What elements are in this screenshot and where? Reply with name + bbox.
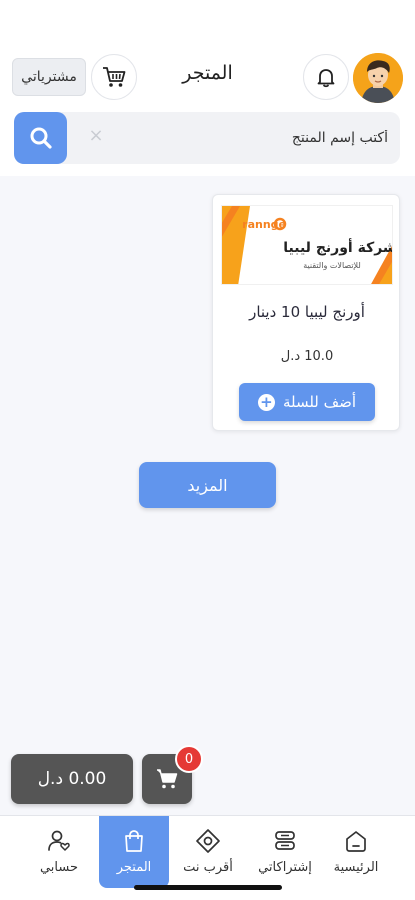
plus-circle-icon: +	[257, 393, 275, 411]
nav-item-store[interactable]: المتجر	[99, 816, 169, 888]
svg-text:rannge: rannge	[242, 218, 286, 231]
nav-item-subscriptions[interactable]: إشتراكاتي	[250, 816, 320, 888]
nav-item-home[interactable]: الرئيسية	[321, 816, 391, 888]
nav-label: الرئيسية	[333, 860, 379, 875]
home-icon	[346, 831, 366, 852]
search-input[interactable]	[100, 112, 400, 164]
shopping-bag-icon	[125, 830, 143, 852]
home-indicator	[134, 885, 282, 890]
orange-libya-logo-icon: rannge شركة أورنج ليبيا للإتصالات والتقن…	[222, 206, 392, 284]
user-avatar-icon	[353, 53, 403, 103]
notifications-button[interactable]	[303, 54, 349, 100]
add-to-cart-label: أضف للسلة	[282, 393, 357, 411]
nav-item-nearest-net[interactable]: أقرب نت	[173, 816, 243, 888]
page-title: المتجر	[182, 62, 233, 84]
svg-text:للإتصالات والتقنية: للإتصالات والتقنية	[303, 261, 361, 271]
location-diamond-icon	[196, 829, 220, 853]
shopping-cart-icon	[157, 769, 178, 789]
product-price: 10.0 د.ل	[280, 349, 334, 364]
subscriptions-icon	[275, 831, 295, 850]
add-to-cart-button[interactable]: أضف للسلة +	[239, 383, 375, 421]
nav-item-account[interactable]: حسابي	[24, 816, 94, 888]
nav-label: إشتراكاتي	[258, 860, 312, 875]
search-bar: ×	[14, 112, 400, 164]
my-purchases-button[interactable]: مشترياتي	[12, 58, 86, 96]
load-more-button[interactable]: المزيد	[139, 462, 276, 508]
nav-label: أقرب نت	[183, 860, 233, 875]
avatar[interactable]	[353, 53, 403, 103]
clear-icon[interactable]: ×	[86, 126, 106, 146]
search-button[interactable]	[14, 112, 67, 164]
shopping-cart-icon	[103, 67, 126, 87]
nav-label: المتجر	[116, 860, 152, 875]
search-icon	[30, 127, 52, 149]
account-heart-icon	[48, 830, 70, 851]
cart-total[interactable]: 0.00 د.ل	[11, 754, 133, 804]
product-image: rannge شركة أورنج ليبيا للإتصالات والتقن…	[221, 205, 393, 285]
bell-icon	[317, 69, 335, 88]
cart-count-badge: 0	[175, 745, 203, 773]
header-bar: المتجر مشترياتي ×	[0, 0, 415, 176]
product-name: أورنج ليبيا 10 دينار	[249, 303, 365, 321]
svg-text:شركة أورنج ليبيا: شركة أورنج ليبيا	[283, 238, 392, 256]
product-card[interactable]: rannge شركة أورنج ليبيا للإتصالات والتقن…	[212, 194, 400, 431]
cart-button[interactable]	[91, 54, 137, 100]
nav-label: حسابي	[39, 860, 79, 875]
